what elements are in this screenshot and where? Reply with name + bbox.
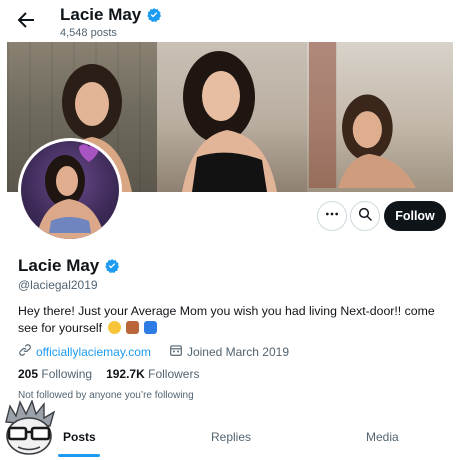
arrow-left-icon[interactable] <box>14 8 38 32</box>
profile-name: Lacie May <box>18 256 120 276</box>
avatar-photo <box>21 141 119 239</box>
verified-badge-icon <box>104 258 120 274</box>
calendar-icon <box>169 343 183 360</box>
following-label: Following <box>41 367 93 381</box>
tab-replies[interactable]: Replies <box>211 430 251 444</box>
following-count: 205 <box>18 367 39 381</box>
profile-avatar[interactable] <box>18 138 122 242</box>
follow-stats: 205 Following 192.7K Followers <box>18 367 199 381</box>
followers-link[interactable]: 192.7K Followers <box>106 367 199 381</box>
tab-posts[interactable]: Posts <box>63 430 96 444</box>
bio-text: Hey there! Just your Average Mom you wis… <box>18 304 435 335</box>
glasses-mascot-icon <box>0 399 58 456</box>
tab-media[interactable]: Media <box>366 430 399 444</box>
active-tab-indicator <box>58 454 100 457</box>
search-button[interactable] <box>350 201 380 231</box>
header-name: Lacie May <box>60 5 142 24</box>
link-icon <box>18 343 32 360</box>
door-emoji <box>125 321 139 334</box>
joined-date: Joined March 2019 <box>186 344 290 359</box>
down-arrow-emoji <box>144 321 158 334</box>
profile-display-name: Lacie May <box>18 256 100 275</box>
banner-photo-right <box>307 42 453 192</box>
following-link[interactable]: 205 Following <box>18 367 92 381</box>
profile-tabs: Posts Replies Media <box>0 420 460 460</box>
winking-face-emoji <box>107 321 121 334</box>
followers-count: 192.7K <box>106 367 145 381</box>
follow-button[interactable]: Follow <box>384 201 446 231</box>
top-bar: Lacie May 4,548 posts <box>0 0 460 42</box>
website-link[interactable]: officiallylaciemay.com <box>36 345 151 359</box>
more-icon <box>324 206 340 227</box>
header-title: Lacie May <box>60 5 162 25</box>
more-button[interactable] <box>317 201 347 231</box>
header-posts-count: 4,548 posts <box>60 27 117 39</box>
search-icon <box>357 206 373 227</box>
followers-label: Followers <box>148 367 200 381</box>
profile-meta: officiallylaciemay.com Joined March 2019 <box>18 343 289 360</box>
verified-badge-icon <box>146 7 162 23</box>
profile-handle: @laciegal2019 <box>18 278 98 292</box>
profile-bio: Hey there! Just your Average Mom you wis… <box>18 303 448 337</box>
banner-photo-center <box>157 42 307 192</box>
